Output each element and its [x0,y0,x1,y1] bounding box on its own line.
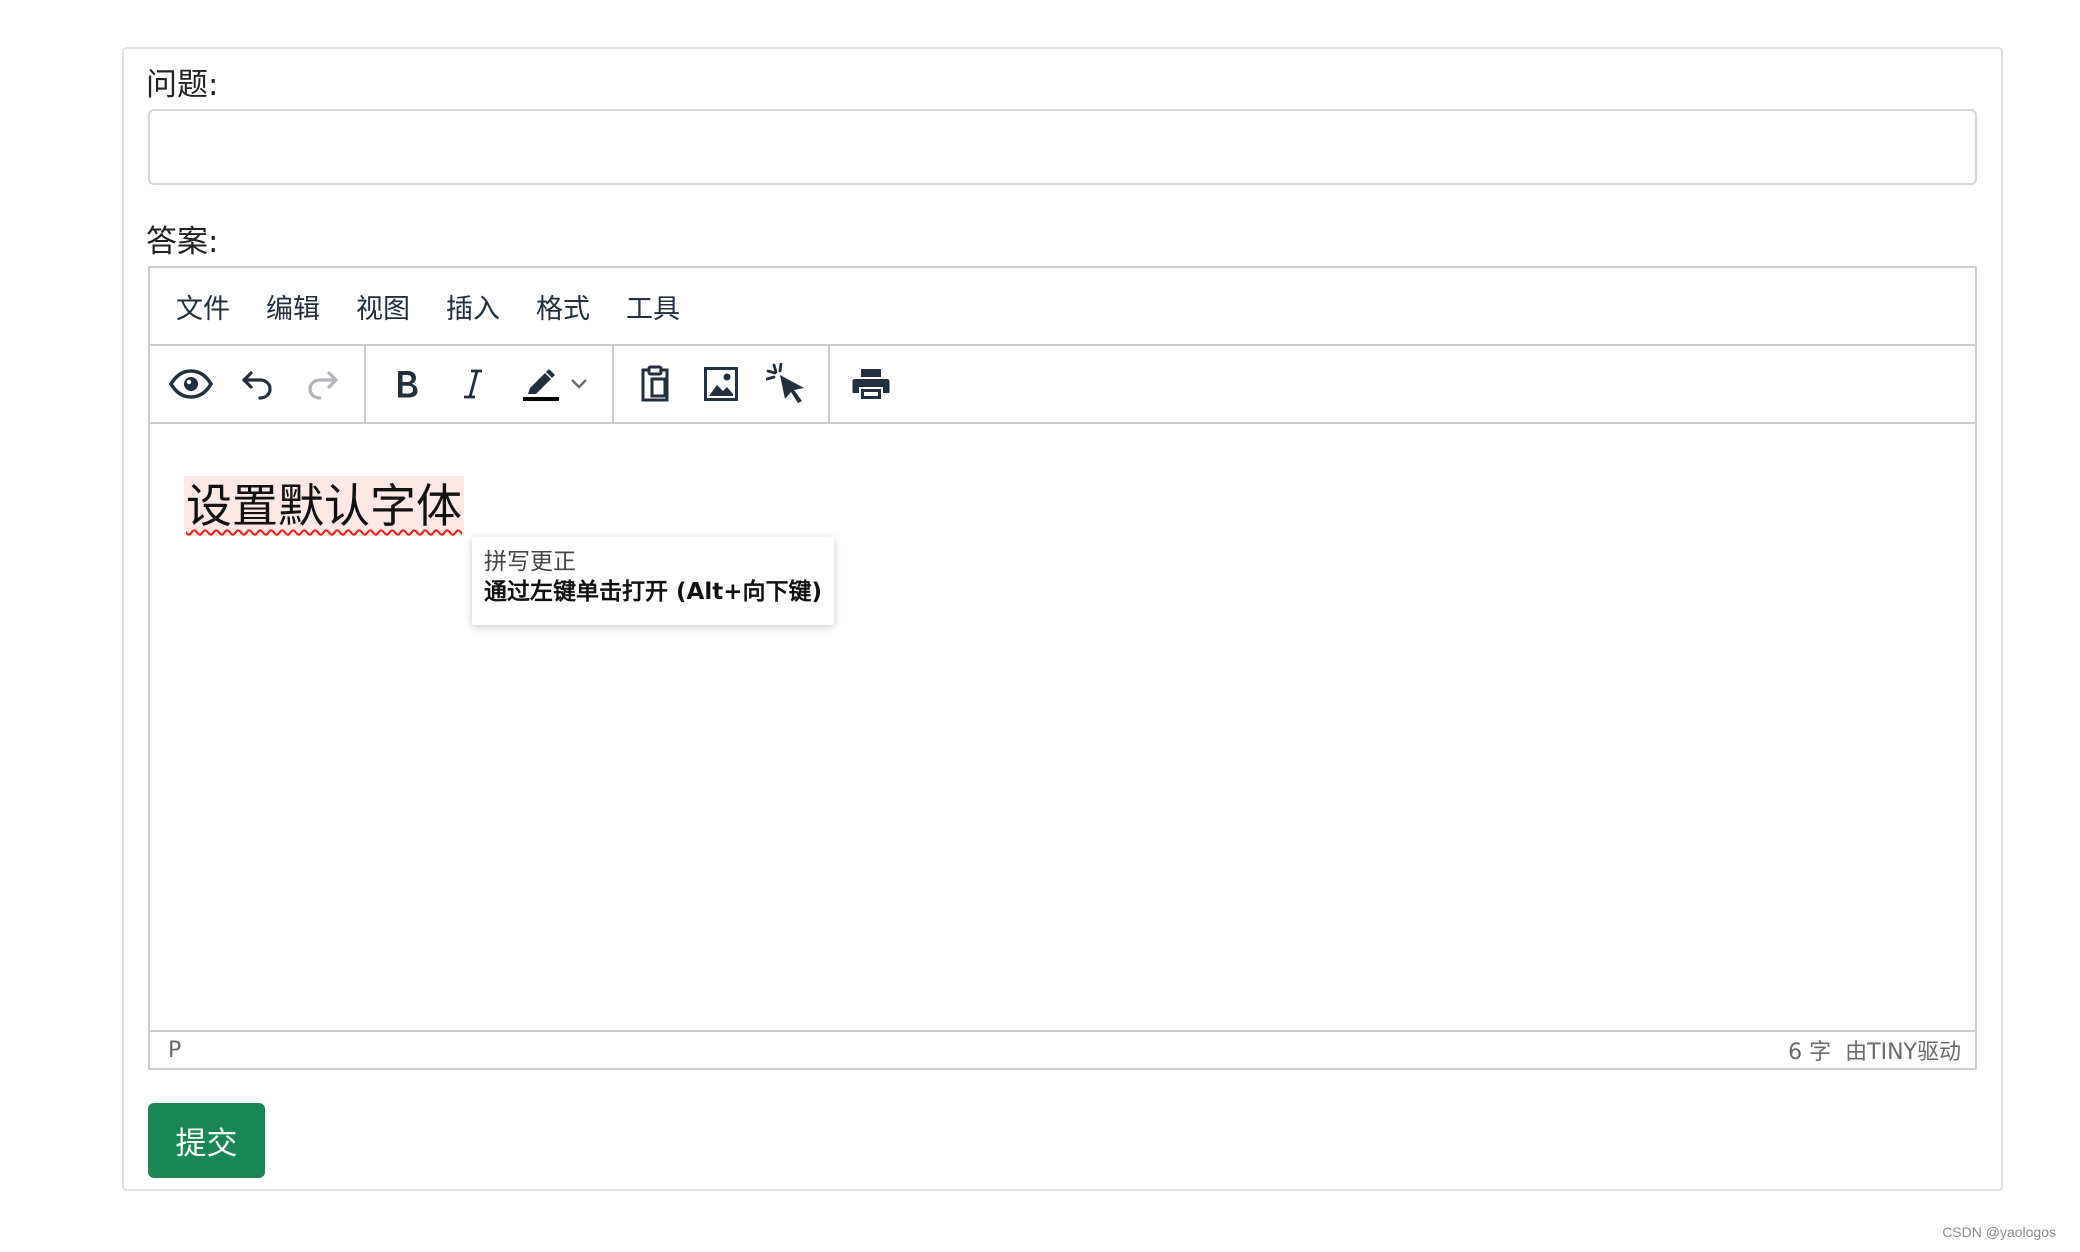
editor-menubar: 文件 编辑 视图 插入 格式 工具 [150,268,1975,346]
paste-button[interactable] [622,356,688,412]
menu-insert[interactable]: 插入 [444,281,502,332]
watermark: CSDN @yaologos [1942,1224,2056,1240]
spellcheck-tooltip: 拼写更正 通过左键单击打开 (Alt+向下键) [472,537,834,625]
question-input[interactable] [148,109,1977,185]
undo-button[interactable] [224,356,290,412]
spellcheck-button[interactable] [754,356,820,412]
highlight-color-button[interactable] [506,356,604,412]
highlight-color-icon [522,366,560,402]
element-path[interactable]: P [168,1038,181,1063]
chevron-down-icon [570,378,588,390]
editor-content-text[interactable]: 设置默认字体 [184,476,464,536]
tooltip-hint: 通过左键单击打开 (Alt+向下键) [484,579,822,605]
undo-icon [240,367,274,401]
image-button[interactable] [688,356,754,412]
italic-button[interactable] [440,356,506,412]
preview-icon [169,369,213,399]
word-count[interactable]: 6 字 [1788,1034,1831,1066]
powered-by-link[interactable]: 由TINY驱动 [1845,1034,1961,1066]
spellcheck-icon [766,363,808,405]
editor-statusbar: P 6 字 由TINY驱动 [150,1030,1975,1068]
toolbar-group-print [830,346,912,422]
print-button[interactable] [838,356,904,412]
editor-content-area[interactable]: 设置默认字体 [150,424,1975,1032]
redo-button[interactable] [290,356,356,412]
menu-format[interactable]: 格式 [534,281,592,332]
menu-view[interactable]: 视图 [354,281,412,332]
tooltip-title: 拼写更正 [484,549,576,575]
image-icon [703,366,739,402]
toolbar-group-insert [614,346,830,422]
menu-edit[interactable]: 编辑 [264,281,322,332]
menu-file[interactable]: 文件 [174,281,232,332]
print-icon [852,367,890,401]
editor-toolbar [150,346,1975,424]
statusbar-right: 6 字 由TINY驱动 [1788,1034,1961,1066]
rich-text-editor: 文件 编辑 视图 插入 格式 工具 设置默认字体 P 6 字 由TINY驱动 [148,266,1977,1070]
menu-tools[interactable]: 工具 [624,281,682,332]
question-label: 问题: [146,67,219,103]
toolbar-group-formatting [366,346,614,422]
paste-icon [639,365,671,403]
preview-button[interactable] [158,356,224,412]
italic-icon [462,368,484,400]
bold-icon [394,368,420,400]
toolbar-group-history [150,346,366,422]
redo-icon [306,367,340,401]
submit-button[interactable]: 提交 [148,1103,265,1178]
bold-button[interactable] [374,356,440,412]
answer-label: 答案: [146,224,219,260]
